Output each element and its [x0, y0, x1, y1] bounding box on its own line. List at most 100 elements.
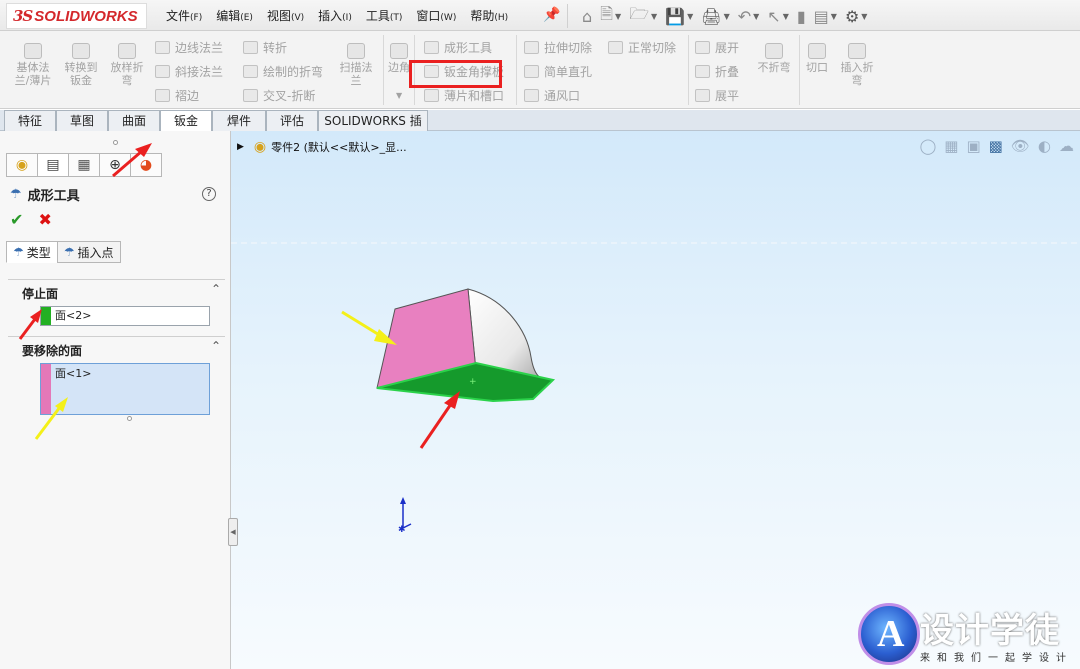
file-properties-icon[interactable]: ▤ — [814, 7, 829, 26]
feature-manager-tab-icon[interactable]: ◉ — [6, 153, 38, 177]
ribbon-separator — [688, 35, 689, 105]
chevron-down-icon[interactable]: ▼ — [396, 91, 402, 100]
menu-window[interactable]: 窗口(W) — [416, 7, 456, 24]
chevron-down-icon[interactable]: ▼ — [753, 12, 759, 21]
sketched-bend-icon — [243, 65, 258, 78]
simple-hole-button[interactable]: 简单直孔 — [524, 63, 592, 80]
tab-and-slot-icon — [424, 89, 439, 102]
menu-tools[interactable]: 工具(T) — [366, 7, 403, 24]
chevron-down-icon[interactable]: ▼ — [724, 12, 730, 21]
tab-type[interactable]: ☂ 类型 — [6, 241, 58, 263]
tab-weldments[interactable]: 焊件 — [212, 110, 266, 131]
new-document-icon[interactable]: 🗎 — [600, 3, 613, 30]
base-flange-button[interactable]: 基体法 兰/薄片 — [10, 43, 56, 87]
gear-icon[interactable]: ⚙ — [845, 7, 859, 26]
solidworks-logo[interactable]: 3S SOLIDWORKS — [6, 3, 147, 29]
origin-marker: + — [469, 377, 477, 387]
tab-surfaces[interactable]: 曲面 — [108, 110, 160, 131]
help-icon[interactable]: ? — [202, 187, 216, 201]
tab-solidworks-addins[interactable]: SOLIDWORKS 插件 — [318, 110, 428, 148]
ds-logo-mark: 3S — [13, 7, 33, 25]
graphics-viewport[interactable]: ▶ ◉ 零件2 (默认<<默认>_显... ◯ ▦ ▣ ▩ 👁 ◐ ☁ + ✱ — [231, 131, 1080, 669]
tab-insert-point[interactable]: ☂ 插入点 — [56, 241, 121, 263]
ribbon-separator — [383, 35, 384, 105]
hem-button[interactable]: 褶边 — [155, 87, 199, 104]
menu-help[interactable]: 帮助(H) — [470, 7, 508, 24]
extruded-cut-button[interactable]: 拉伸切除 — [524, 39, 592, 56]
tab-sheet-metal[interactable]: 钣金 — [160, 110, 212, 132]
model-render: + ✱ — [231, 242, 1080, 535]
tab-features[interactable]: 特征 — [4, 110, 56, 131]
cancel-x-icon[interactable]: ✖ — [39, 210, 52, 229]
watermark-title: 设计学徒 — [920, 611, 1060, 651]
yellow-annotation-arrow — [341, 310, 397, 345]
chevron-down-icon[interactable]: ▼ — [831, 12, 837, 21]
chevron-down-icon[interactable]: ▼ — [687, 12, 693, 21]
app-name: SOLIDWORKS — [34, 7, 138, 25]
lofted-bend-icon — [118, 43, 136, 59]
resize-handle[interactable] — [127, 416, 132, 421]
miter-flange-button[interactable]: 斜接法兰 — [155, 63, 223, 80]
no-bends-button[interactable]: 不折弯 — [752, 43, 796, 74]
tab-evaluate[interactable]: 评估 — [266, 110, 318, 131]
menu-view[interactable]: 视图(V) — [267, 7, 304, 24]
group-header: 要移除的面 — [22, 344, 83, 358]
cross-break-button[interactable]: 交叉-折断 — [243, 87, 315, 104]
miter-flange-icon — [155, 65, 170, 78]
rip-button[interactable]: 切口 — [802, 43, 832, 74]
vent-button[interactable]: 通风口 — [524, 87, 580, 104]
panel-collapse-handle[interactable]: ◀ — [228, 518, 238, 546]
coordinate-triad-icon: ✱ — [398, 497, 412, 535]
command-manager-ribbon: 基体法 兰/薄片 转换到 钣金 放样折弯 边线法兰 斜接法兰 褶边 转折 绘制的折弯… — [0, 31, 1080, 109]
forming-tool-icon: ☂ — [10, 187, 22, 202]
chevron-down-icon[interactable]: ▼ — [615, 12, 621, 21]
forming-tool-icon — [424, 41, 439, 54]
home-icon[interactable]: ⌂ — [582, 7, 592, 26]
chevron-down-icon[interactable]: ▼ — [861, 12, 867, 21]
tab-sketch[interactable]: 草图 — [56, 110, 108, 131]
menu-file[interactable]: 文件(F) — [166, 7, 202, 24]
configuration-manager-tab-icon[interactable]: ▦ — [68, 153, 100, 177]
rebuild-icon[interactable]: ▮ — [797, 7, 806, 26]
swept-flange-icon — [347, 43, 365, 59]
open-folder-icon[interactable]: 🗁 — [629, 3, 649, 30]
fold-button[interactable]: 折叠 — [695, 63, 739, 80]
save-icon[interactable]: 💾 — [665, 7, 685, 26]
undo-icon[interactable]: ↶ — [738, 7, 751, 26]
unfold-button[interactable]: 展开 — [695, 39, 739, 56]
stop-face-selection-box[interactable]: 面<2> — [40, 306, 210, 326]
chevron-up-icon[interactable]: ⌃ — [211, 339, 221, 353]
property-subtabs: ☂ 类型 ☂ 插入点 — [6, 241, 121, 263]
chevron-up-icon[interactable]: ⌃ — [211, 282, 221, 296]
faces-to-remove-selection-box[interactable]: 面<1> — [40, 363, 210, 415]
insert-bends-button[interactable]: 插入折弯 — [836, 43, 878, 87]
edge-flange-button[interactable]: 边线法兰 — [155, 39, 223, 56]
fold-icon — [695, 65, 710, 78]
jog-button[interactable]: 转折 — [243, 39, 287, 56]
property-manager-panel: ◉ ▤ ▦ ⊕ ◕ ☂ 成形工具 ? ✔ ✖ ☂ 类型 ☂ 插入点 停止面 ⌃ … — [0, 131, 231, 669]
lofted-bend-button[interactable]: 放样折弯 — [104, 43, 150, 87]
dimxpert-manager-tab-icon[interactable]: ⊕ — [99, 153, 131, 177]
flatten-button[interactable]: 展平 — [695, 87, 739, 104]
ok-check-icon[interactable]: ✔ — [10, 210, 23, 229]
forming-tool-button[interactable]: 成形工具 — [424, 39, 492, 56]
chevron-down-icon[interactable]: ▼ — [783, 12, 789, 21]
normal-cut-button[interactable]: 正常切除 — [608, 39, 676, 56]
property-manager-tab-icon[interactable]: ▤ — [37, 153, 69, 177]
swept-flange-button[interactable]: 扫描法兰 — [334, 43, 378, 87]
print-icon[interactable]: 🖨 — [701, 7, 721, 26]
panel-splitter-handle[interactable] — [113, 140, 118, 145]
pin-icon[interactable]: 📌 — [543, 7, 560, 23]
convert-to-sheet-metal-button[interactable]: 转换到 钣金 — [58, 43, 104, 87]
select-pointer-icon[interactable]: ↖ — [767, 7, 780, 26]
menu-separator — [567, 4, 568, 28]
display-manager-tab-icon[interactable]: ◕ — [130, 153, 162, 177]
jog-icon — [243, 41, 258, 54]
menu-insert[interactable]: 插入(I) — [318, 7, 352, 24]
menu-edit[interactable]: 编辑(E) — [216, 7, 253, 24]
tab-and-slot-button[interactable]: 薄片和槽口 — [424, 87, 504, 104]
sketched-bend-button[interactable]: 绘制的折弯 — [243, 63, 323, 80]
corner-icon — [390, 43, 408, 59]
chevron-down-icon[interactable]: ▼ — [651, 12, 657, 21]
color-swatch — [41, 364, 51, 414]
